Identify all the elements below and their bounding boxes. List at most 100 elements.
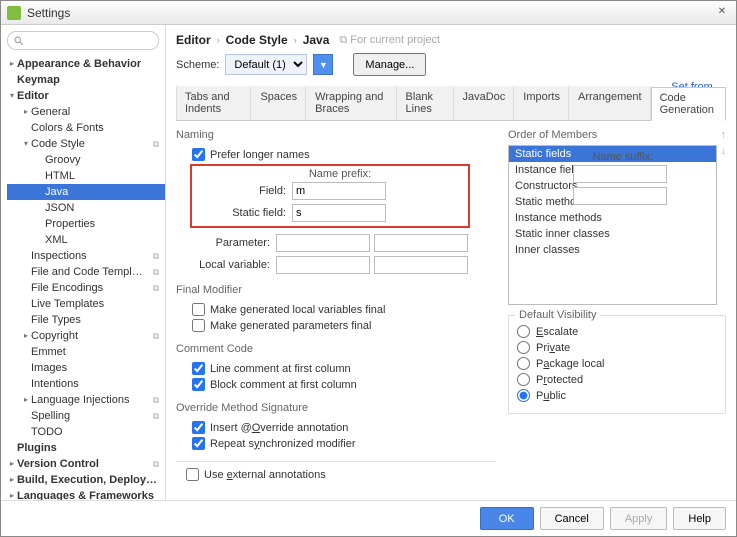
main-panel: Editor › Code Style › Java ⧉For current … [166, 25, 736, 500]
tab-blank-lines[interactable]: Blank Lines [397, 86, 454, 120]
visibility-option-1[interactable]: Private [517, 341, 717, 354]
comment-title: Comment Code [176, 343, 253, 355]
static-field-label: Static field: [208, 207, 292, 219]
final-mod-title: Final Modifier [176, 284, 242, 296]
member-inner-classes[interactable]: Inner classes [509, 242, 716, 258]
final-local-checkbox[interactable] [192, 303, 205, 316]
tabs: Tabs and IndentsSpacesWrapping and Brace… [176, 86, 726, 121]
prefer-longer-names-checkbox[interactable] [192, 148, 205, 161]
scheme-select[interactable]: Default (1) [225, 54, 307, 75]
tab-code-generation[interactable]: Code Generation [651, 87, 726, 121]
tree-item-code-style[interactable]: ▾Code Style⧉ [7, 136, 165, 152]
breadcrumb: Editor › Code Style › Java ⧉For current … [176, 33, 726, 47]
ok-button[interactable]: OK [480, 507, 534, 530]
scheme-dropdown-button[interactable]: ▼ [313, 54, 333, 75]
comment-code-section: Comment Code Line comment at first colum… [176, 343, 496, 394]
static-field-prefix-input[interactable] [292, 204, 386, 222]
chevron-right-icon: › [294, 35, 297, 45]
tree-item-todo[interactable]: TODO [7, 424, 165, 440]
tree-item-inspections[interactable]: Inspections⧉ [7, 248, 165, 264]
local-variable-prefix-input[interactable] [276, 256, 370, 274]
visibility-option-0[interactable]: Escalate [517, 325, 717, 338]
tree-item-copyright[interactable]: ▸Copyright⧉ [7, 328, 165, 344]
tree-item-xml[interactable]: XML [7, 232, 165, 248]
scheme-label: Scheme: [176, 59, 219, 71]
breadcrumb-java[interactable]: Java [303, 33, 330, 47]
tree-item-intentions[interactable]: Intentions [7, 376, 165, 392]
tree-item-appearance-behavior[interactable]: ▸Appearance & Behavior [7, 56, 165, 72]
final-param-checkbox[interactable] [192, 319, 205, 332]
tree-item-general[interactable]: ▸General [7, 104, 165, 120]
tree-item-spelling[interactable]: Spelling⧉ [7, 408, 165, 424]
close-icon[interactable]: ✕ [714, 5, 730, 21]
apply-button[interactable]: Apply [610, 507, 668, 530]
field-label: Field: [208, 185, 292, 197]
parameter-suffix-input[interactable] [374, 234, 468, 252]
cancel-button[interactable]: Cancel [540, 507, 604, 530]
chevron-right-icon: › [217, 35, 220, 45]
override-annotation-label: Insert @Override annotation [210, 422, 348, 434]
tree-item-json[interactable]: JSON [7, 200, 165, 216]
default-visibility-title: Default Visibility [515, 309, 600, 321]
tree-item-images[interactable]: Images [7, 360, 165, 376]
titlebar: Settings ✕ [1, 1, 736, 25]
tree-item-html[interactable]: HTML [7, 168, 165, 184]
current-project-hint: ⧉For current project [339, 34, 440, 47]
parameter-prefix-input[interactable] [276, 234, 370, 252]
repeat-sync-checkbox[interactable] [192, 437, 205, 450]
line-comment-checkbox[interactable] [192, 362, 205, 375]
member-instance-methods[interactable]: Instance methods [509, 210, 716, 226]
window-title: Settings [27, 6, 714, 20]
block-comment-checkbox[interactable] [192, 378, 205, 391]
breadcrumb-editor[interactable]: Editor [176, 33, 211, 47]
tree-item-version-control[interactable]: ▸Version Control⧉ [7, 456, 165, 472]
visibility-option-3[interactable]: Protected [517, 373, 717, 386]
tree-item-groovy[interactable]: Groovy [7, 152, 165, 168]
override-title: Override Method Signature [176, 402, 308, 414]
move-up-icon[interactable]: ↑ [721, 129, 727, 141]
tab-arrangement[interactable]: Arrangement [569, 86, 651, 120]
tree-item-plugins[interactable]: Plugins [7, 440, 165, 456]
override-section: Override Method Signature Insert @Overri… [176, 402, 496, 453]
final-param-label: Make generated parameters final [210, 320, 371, 332]
local-variable-suffix-input[interactable] [374, 256, 468, 274]
tree-item-language-injections[interactable]: ▸Language Injections⧉ [7, 392, 165, 408]
override-annotation-checkbox[interactable] [192, 421, 205, 434]
breadcrumb-codestyle[interactable]: Code Style [226, 33, 288, 47]
tree-item-colors-fonts[interactable]: Colors & Fonts [7, 120, 165, 136]
tab-imports[interactable]: Imports [514, 86, 569, 120]
tree-item-emmet[interactable]: Emmet [7, 344, 165, 360]
tab-spaces[interactable]: Spaces [251, 86, 306, 120]
naming-prefix-highlight: Name prefix: Field: Static field: [190, 164, 470, 228]
visibility-option-4[interactable]: Public [517, 389, 717, 402]
tree-item-editor[interactable]: ▾Editor [7, 88, 165, 104]
member-static-inner-classes[interactable]: Static inner classes [509, 226, 716, 242]
line-comment-label: Line comment at first column [210, 363, 351, 375]
tree-item-languages-frameworks[interactable]: ▸Languages & Frameworks [7, 488, 165, 500]
final-modifier-section: Final Modifier Make generated local vari… [176, 284, 496, 335]
local-variable-label: Local variable: [192, 259, 276, 271]
parameter-label: Parameter: [192, 237, 276, 249]
search-input[interactable] [7, 31, 159, 50]
field-prefix-input[interactable] [292, 182, 386, 200]
tab-javadoc[interactable]: JavaDoc [454, 86, 515, 120]
tree-item-build-execution-deployment[interactable]: ▸Build, Execution, Deployment [7, 472, 165, 488]
tab-tabs-and-indents[interactable]: Tabs and Indents [176, 86, 251, 120]
visibility-option-2[interactable]: Package local [517, 357, 717, 370]
prefer-longer-names-label: Prefer longer names [210, 149, 310, 161]
help-button[interactable]: Help [673, 507, 726, 530]
tree-item-file-and-code-templates[interactable]: File and Code Templates⧉ [7, 264, 165, 280]
manage-button[interactable]: Manage... [353, 53, 426, 76]
tree-item-java[interactable]: Java [7, 184, 165, 200]
tab-wrapping-and-braces[interactable]: Wrapping and Braces [306, 86, 396, 120]
tree-item-file-encodings[interactable]: File Encodings⧉ [7, 280, 165, 296]
external-annotations-checkbox[interactable] [186, 468, 199, 481]
tree-item-properties[interactable]: Properties [7, 216, 165, 232]
tree-item-keymap[interactable]: Keymap [7, 72, 165, 88]
tree-item-live-templates[interactable]: Live Templates [7, 296, 165, 312]
naming-section: Naming Prefer longer names Name prefix: … [176, 129, 496, 276]
tree-item-file-types[interactable]: File Types [7, 312, 165, 328]
move-down-icon[interactable]: ↓ [721, 145, 727, 157]
search-icon [13, 35, 24, 46]
final-local-label: Make generated local variables final [210, 304, 386, 316]
